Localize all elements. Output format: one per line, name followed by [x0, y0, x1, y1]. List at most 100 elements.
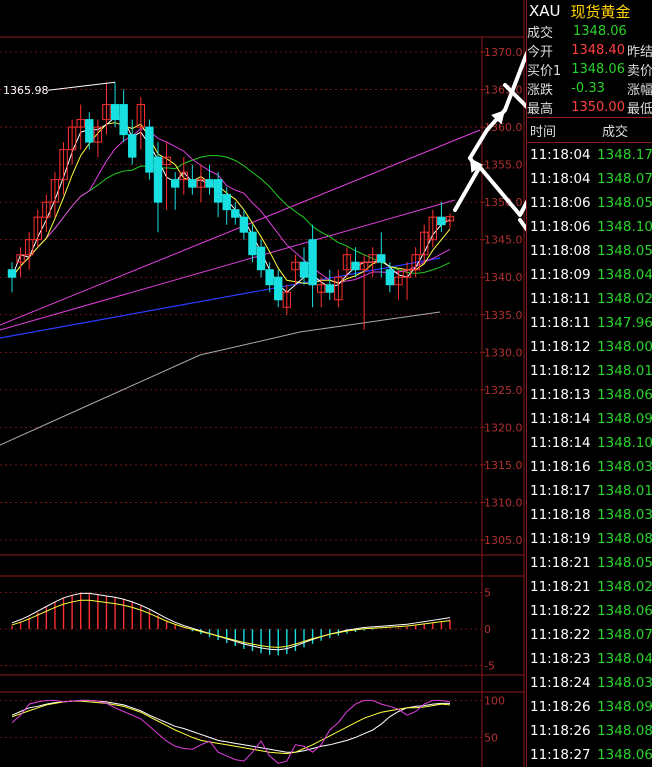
tick-time: 11:18:12 — [530, 363, 591, 379]
candle-body — [213, 179, 223, 203]
quote-label: 今开 — [527, 45, 554, 60]
tick-time: 11:18:22 — [530, 627, 591, 643]
tick-time: 11:18:08 — [530, 243, 591, 259]
tick-time: 11:18:04 — [530, 147, 591, 163]
tick-row: 11:18:09 1348.04 — [527, 263, 652, 287]
ma-long-line — [0, 311, 441, 446]
candle-body — [231, 209, 240, 218]
tick-time: 11:18:17 — [530, 483, 591, 499]
tick-time: 11:18:06 — [530, 195, 591, 211]
tick-row: 11:18:04 1348.17 — [527, 143, 652, 167]
tick-row: 11:18:06 1348.10 — [527, 215, 652, 239]
ma3-line — [11, 116, 451, 293]
tick-price-header: 成交 — [602, 124, 629, 140]
quote-row: 今开 1348.40 昨结 — [527, 41, 652, 60]
candle-body — [145, 126, 154, 173]
candle-body — [7, 269, 17, 278]
tick-row: 11:18:16 1348.03 — [527, 455, 652, 479]
tick-time: 11:18:13 — [530, 387, 591, 403]
y-tick-label: 1325.0 — [484, 384, 523, 397]
tick-price: 1348.02 — [597, 579, 652, 595]
tick-time: 11:18:12 — [530, 339, 591, 355]
tick-time: 11:18:21 — [530, 579, 591, 595]
candle-body — [85, 119, 94, 143]
tick-price: 1348.09 — [597, 699, 652, 715]
quote-stats: 成交 1348.06 今开 1348.40 昨结 买价1 1348.06 卖价 涨跌 -0.33 涨… — [527, 22, 652, 117]
tick-row: 11:18:14 1348.09 — [527, 407, 652, 431]
tick-price: 1348.01 — [597, 483, 652, 499]
tick-price: 1348.07 — [597, 171, 652, 187]
tick-price: 1348.10 — [597, 219, 652, 235]
tick-price: 1348.06 — [597, 387, 652, 403]
tick-price: 1348.07 — [597, 627, 652, 643]
quote-value: 1348.40 — [571, 43, 625, 58]
kdj-tick-label: 100 — [484, 694, 505, 707]
y-tick-label: 1315.0 — [484, 459, 523, 472]
candle-body — [325, 284, 334, 293]
candle-body — [128, 134, 137, 158]
tick-row: 11:18:17 1348.01 — [527, 479, 652, 503]
candle-body — [119, 104, 128, 136]
quote-label-2: 昨结 — [626, 45, 652, 60]
tick-time: 11:18:24 — [530, 675, 591, 691]
tick-time: 11:18:19 — [530, 531, 591, 547]
candle-body — [110, 104, 120, 121]
candle-body — [299, 261, 309, 278]
symbol-code: XAU — [529, 2, 561, 20]
tick-price: 1348.05 — [597, 243, 652, 259]
y-tick-label: 1340.0 — [484, 271, 523, 284]
tick-row: 11:18:18 1348.03 — [527, 503, 652, 527]
tick-price: 1348.00 — [597, 339, 652, 355]
high-annotation: 1365.98 — [3, 84, 49, 97]
quote-label: 最高 — [527, 102, 554, 117]
tick-row: 11:18:14 1348.10 — [527, 431, 652, 455]
tick-list[interactable]: 11:18:04 1348.17 11:18:04 1348.07 11:18:06 13… — [527, 143, 652, 767]
tick-time: 11:18:04 — [530, 171, 591, 187]
quote-label-2: 卖价 — [626, 64, 652, 79]
tick-price: 1348.03 — [597, 507, 652, 523]
quote-panel: XAU 现货黄金 成交 1348.06 今开 1348.40 昨结 买价1 1348.06 卖… — [526, 0, 652, 767]
quote-label: 买价1 — [527, 64, 562, 79]
kdj-line — [11, 699, 451, 764]
tick-time: 11:18:14 — [530, 411, 591, 427]
tick-price: 1348.05 — [597, 555, 652, 571]
tick-time: 11:18:06 — [530, 219, 591, 235]
tick-row: 11:18:21 1348.05 — [527, 551, 652, 575]
tick-price: 1348.03 — [597, 459, 652, 475]
tick-row: 11:18:26 1348.09 — [527, 695, 652, 719]
tick-time: 11:18:26 — [530, 723, 591, 739]
tick-row: 11:18:13 1348.06 — [527, 383, 652, 407]
tick-price: 1348.06 — [597, 603, 652, 619]
symbol-name: 现货黄金 — [570, 2, 631, 21]
tick-price: 1348.02 — [597, 291, 652, 307]
tick-row: 11:18:27 1348.06 — [527, 743, 652, 767]
tick-price: 1348.06 — [597, 747, 652, 763]
tick-row: 11:18:24 1348.03 — [527, 671, 652, 695]
tick-row: 11:18:11 1348.02 — [527, 287, 652, 311]
candle-body — [351, 261, 360, 271]
quote-row: 买价1 1348.06 卖价 — [527, 60, 652, 79]
candle-body — [385, 269, 395, 286]
candle-body — [188, 179, 197, 188]
tick-time: 11:18:22 — [530, 603, 591, 619]
tick-price: 1348.08 — [597, 723, 652, 739]
y-tick-label: 1345.0 — [484, 234, 523, 247]
candle-body — [308, 239, 317, 286]
tick-row: 11:18:11 1347.96 — [527, 311, 652, 335]
tick-price: 1347.96 — [597, 315, 652, 331]
candle-body — [153, 156, 163, 203]
tick-time: 11:18:14 — [530, 435, 591, 451]
quote-row: 涨跌 -0.33 涨幅 — [527, 79, 652, 98]
tick-row: 11:18:23 1348.04 — [527, 647, 652, 671]
quote-value: 1348.06 — [573, 24, 627, 39]
tick-row: 11:18:26 1348.08 — [527, 719, 652, 743]
kdj-tick-label: 50 — [484, 731, 498, 744]
tick-price: 1348.09 — [597, 411, 652, 427]
tick-time: 11:18:11 — [530, 315, 591, 331]
tick-row: 11:18:22 1348.06 — [527, 599, 652, 623]
quote-value: -0.33 — [571, 81, 605, 96]
quote-label: 涨跌 — [527, 83, 554, 98]
tick-time: 11:18:21 — [530, 555, 591, 571]
quote-label-2: 涨幅 — [626, 83, 652, 98]
high-marker — [47, 81, 116, 91]
